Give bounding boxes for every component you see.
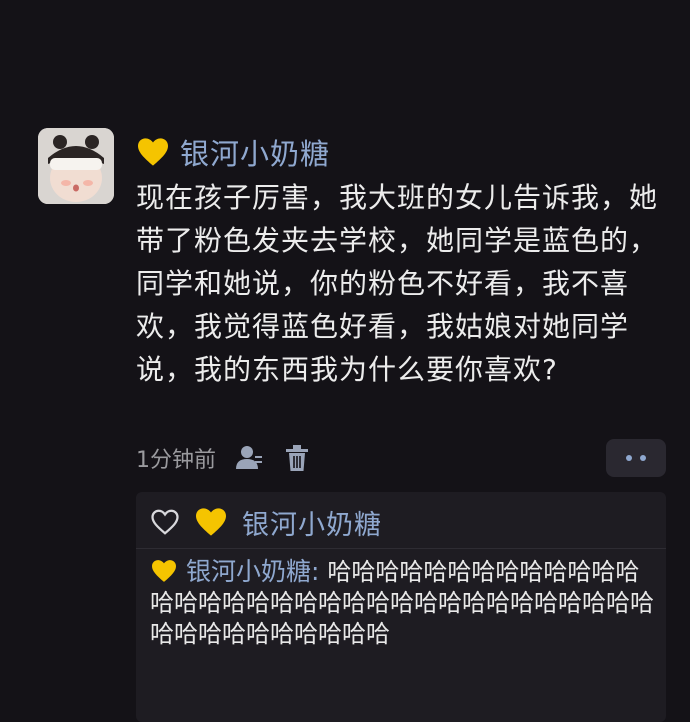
more-dots-icon	[626, 455, 632, 461]
more-dots-icon	[640, 455, 646, 461]
comment-timestamp: 1分钟前	[136, 448, 216, 473]
comment-text: 现在孩子厉害，我大班的女儿告诉我，她带了粉色发夹去学校，她同学是蓝色的，同学和她…	[136, 181, 659, 386]
avatar-image	[38, 128, 114, 204]
reply-separator: :	[311, 557, 328, 586]
comment-meta: 1分钟前	[136, 438, 312, 478]
liker-username[interactable]: 银河小奶糖	[242, 503, 382, 542]
avatar[interactable]	[38, 128, 114, 204]
comment-username[interactable]: 银河小奶糖	[180, 131, 330, 173]
heart-outline-icon[interactable]	[150, 508, 180, 536]
more-options-button[interactable]	[606, 439, 666, 477]
like-row: 银河小奶糖	[150, 500, 382, 544]
reply-username[interactable]: 银河小奶糖	[186, 557, 311, 586]
reply-box: 银河小奶糖 银河小奶糖: 哈哈哈哈哈哈哈哈哈哈哈哈哈哈哈哈哈哈哈哈哈哈哈哈哈哈哈…	[136, 492, 666, 722]
yellow-heart-icon	[196, 508, 226, 536]
yellow-heart-icon	[138, 138, 168, 166]
trash-icon[interactable]	[282, 443, 312, 473]
reply-item: 银河小奶糖: 哈哈哈哈哈哈哈哈哈哈哈哈哈哈哈哈哈哈哈哈哈哈哈哈哈哈哈哈哈哈哈哈哈…	[150, 556, 656, 650]
yellow-heart-icon	[152, 560, 176, 582]
person-icon[interactable]	[234, 443, 264, 473]
divider	[136, 548, 666, 549]
comment-header: 银河小奶糖	[136, 132, 330, 172]
